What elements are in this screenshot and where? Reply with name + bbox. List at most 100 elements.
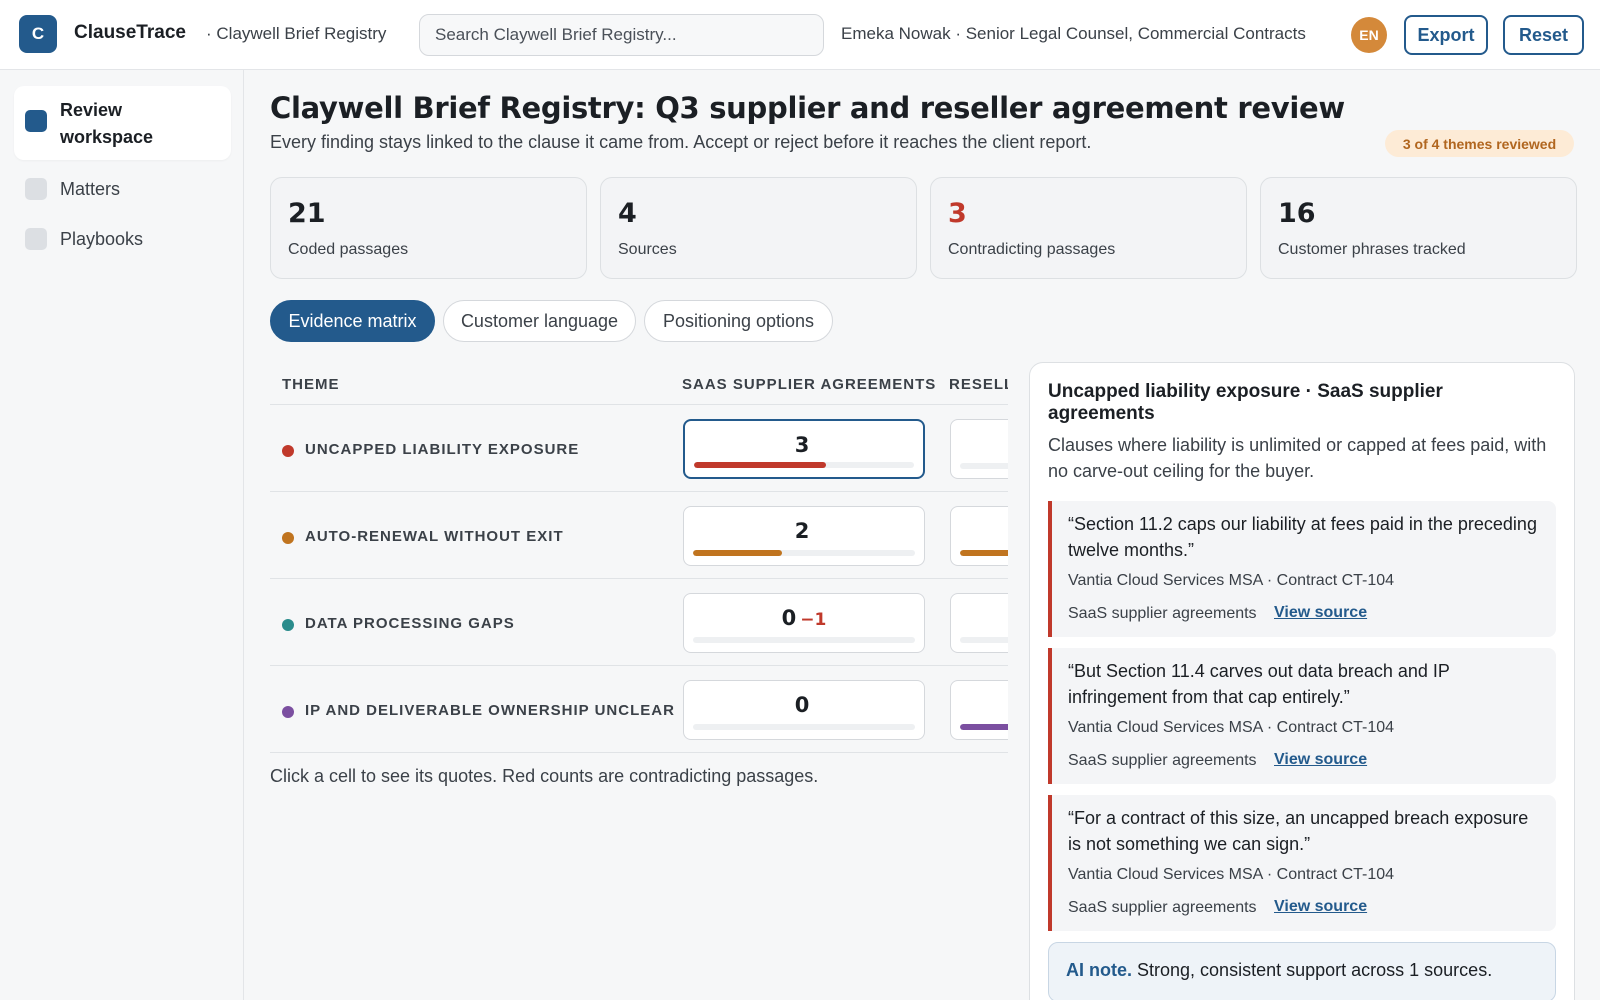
status-badge: 3 of 4 themes reviewed	[1385, 130, 1574, 157]
view-source-link[interactable]: View source	[1274, 751, 1367, 769]
theme-color-dot	[282, 706, 294, 718]
cell-bar-track	[694, 462, 914, 468]
app-logo[interactable]: C	[19, 15, 57, 53]
stat-label: Coded passages	[288, 241, 409, 258]
divider	[270, 752, 1008, 753]
sidebar: Review workspace Matters Playbooks	[0, 70, 244, 1000]
tab-customer-language[interactable]: Customer language	[443, 300, 636, 342]
matrix-cell[interactable]	[950, 680, 1008, 740]
sidebar-item-label: Playbooks	[60, 229, 144, 249]
detail-title: Uncapped liability exposure · SaaS suppl…	[1048, 381, 1443, 424]
page-title: Claywell Brief Registry: Q3 supplier and…	[270, 91, 1345, 125]
top-bar: C ClauseTrace · Claywell Brief Registry …	[0, 0, 1600, 70]
matrix-cell[interactable]	[950, 506, 1008, 566]
stat-card-coded-passages: 21 Coded passages	[270, 177, 587, 279]
table-row: UNCAPPED LIABILITY EXPOSURE 3	[270, 405, 1008, 491]
sidebar-item-label: Matters	[60, 179, 121, 199]
page-subtitle: Every finding stays linked to the clause…	[270, 132, 1092, 152]
cell-bar-track	[693, 550, 915, 556]
matrix-cell[interactable]: 0	[683, 680, 925, 740]
cell-bar-track	[960, 463, 1008, 469]
quote-source: Vantia Cloud Services MSA · Contract CT-…	[1068, 719, 1395, 736]
theme-label: DATA PROCESSING GAPS	[305, 615, 515, 632]
ai-note-label: AI note.	[1066, 960, 1132, 980]
stat-value: 16	[1278, 198, 1316, 229]
table-row: AUTO-RENEWAL WITHOUT EXIT 2	[270, 492, 1008, 578]
sidebar-item-review-workspace[interactable]: Review workspace	[14, 86, 231, 160]
cell-bar-track	[960, 637, 1008, 643]
cell-bar-fill	[693, 550, 782, 556]
quote-theme: SaaS supplier agreements	[1068, 899, 1257, 916]
detail-description: Clauses where liability is unlimited or …	[1048, 435, 1547, 481]
cell-bar-track	[693, 637, 915, 643]
table-row: IP AND DELIVERABLE OWNERSHIP UNCLEAR 0	[270, 666, 1008, 752]
quote-text: “But Section 11.4 carves out data breach…	[1068, 661, 1450, 707]
app-name: ClauseTrace	[74, 22, 186, 43]
column-header-theme: THEME	[282, 376, 340, 393]
playbooks-icon	[25, 228, 47, 250]
sidebar-item-playbooks[interactable]: Playbooks	[14, 222, 231, 258]
theme-color-dot	[282, 445, 294, 457]
cell-bar-track	[960, 724, 1008, 730]
avatar[interactable]: EN	[1351, 17, 1387, 53]
quote-source: Vantia Cloud Services MSA · Contract CT-…	[1068, 572, 1395, 589]
table-row: DATA PROCESSING GAPS 0 −1	[270, 579, 1008, 665]
theme-color-dot	[282, 532, 294, 544]
user-label: Emeka Nowak · Senior Legal Counsel, Comm…	[841, 24, 1306, 43]
cell-bar-fill	[694, 462, 826, 468]
cell-count: 2	[794, 519, 810, 543]
cell-count: 0	[794, 693, 810, 717]
sidebar-item-matters[interactable]: Matters	[14, 172, 231, 208]
quote-text: “Section 11.2 caps our liability at fees…	[1068, 514, 1537, 560]
cell-bar-track	[693, 724, 915, 730]
quote-card: “For a contract of this size, an uncappe…	[1048, 795, 1556, 931]
matrix-hint: Click a cell to see its quotes. Red coun…	[270, 766, 819, 786]
matrix-cell[interactable]	[950, 419, 1008, 479]
stat-card-contradicting-passages: 3 Contradicting passages	[930, 177, 1247, 279]
quote-theme: SaaS supplier agreements	[1068, 752, 1257, 769]
search-input[interactable]	[419, 14, 824, 56]
matrix-cell[interactable]: 0 −1	[683, 593, 925, 653]
theme-color-dot	[282, 619, 294, 631]
reset-button[interactable]: Reset	[1503, 15, 1584, 55]
stat-label: Contradicting passages	[948, 241, 1116, 258]
contradiction-count: −1	[800, 610, 827, 630]
sidebar-item-label: Review workspace	[60, 100, 154, 147]
stat-card-customer-phrases: 16 Customer phrases tracked	[1260, 177, 1577, 279]
view-source-link[interactable]: View source	[1274, 898, 1367, 916]
tab-evidence-matrix[interactable]: Evidence matrix	[270, 300, 435, 342]
review-workspace-icon	[25, 110, 47, 132]
quote-card: “But Section 11.4 carves out data breach…	[1048, 648, 1556, 784]
ai-note-text: Strong, consistent support across 1 sour…	[1137, 960, 1493, 980]
cell-count: 0 −1	[781, 606, 827, 630]
evidence-matrix: THEME SAAS SUPPLIER AGREEMENTS RESELL UN…	[270, 360, 1008, 754]
stat-value: 21	[288, 198, 326, 229]
matrix-cell[interactable]: 2	[683, 506, 925, 566]
breadcrumb: · Claywell Brief Registry	[206, 24, 387, 43]
stat-label: Sources	[618, 241, 677, 258]
view-source-link[interactable]: View source	[1274, 604, 1367, 622]
quote-theme: SaaS supplier agreements	[1068, 605, 1257, 622]
ai-note: AI note. Strong, consistent support acro…	[1048, 942, 1556, 1000]
tab-positioning-options[interactable]: Positioning options	[644, 300, 833, 342]
cell-count: 3	[794, 433, 810, 457]
matters-icon	[25, 178, 47, 200]
theme-label: AUTO-RENEWAL WITHOUT EXIT	[305, 528, 564, 545]
stat-value: 4	[618, 198, 637, 229]
quote-card: “Section 11.2 caps our liability at fees…	[1048, 501, 1556, 637]
stat-label: Customer phrases tracked	[1278, 241, 1466, 258]
column-header-saas-supplier: SAAS SUPPLIER AGREEMENTS	[682, 376, 937, 393]
matrix-cell[interactable]: 3	[683, 419, 925, 479]
detail-panel: Uncapped liability exposure · SaaS suppl…	[1029, 362, 1575, 1000]
cell-bar-fill	[960, 550, 1008, 556]
theme-label: UNCAPPED LIABILITY EXPOSURE	[305, 441, 580, 458]
column-header-reseller: RESELL	[949, 376, 1008, 393]
cell-bar-track	[960, 550, 1008, 556]
stat-value: 3	[948, 198, 967, 229]
matrix-cell[interactable]	[950, 593, 1008, 653]
stat-card-sources: 4 Sources	[600, 177, 917, 279]
cell-bar-fill	[960, 724, 1008, 730]
quote-source: Vantia Cloud Services MSA · Contract CT-…	[1068, 866, 1395, 883]
export-button[interactable]: Export	[1404, 15, 1488, 55]
quote-text: “For a contract of this size, an uncappe…	[1068, 808, 1529, 854]
